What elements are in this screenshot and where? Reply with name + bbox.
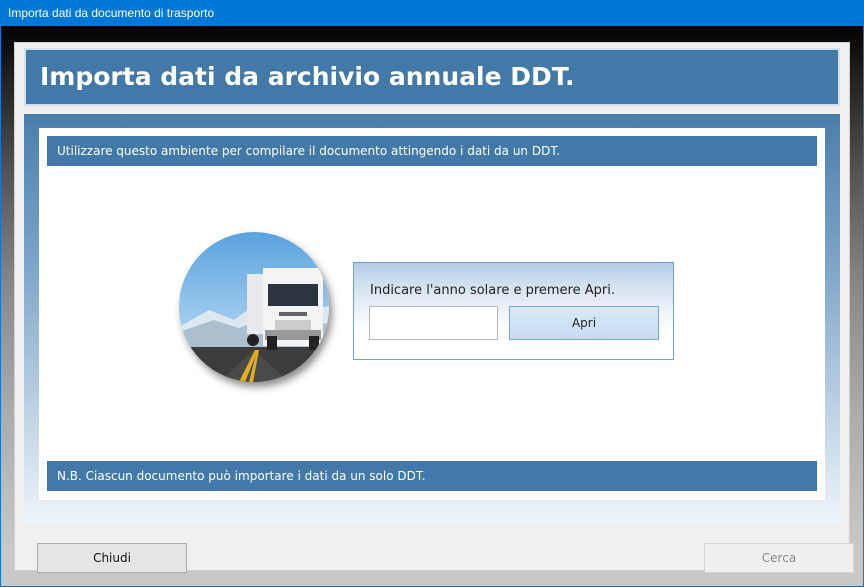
content-area: Utilizzare questo ambiente per compilare…	[39, 128, 825, 500]
client-area: Importa dati da archivio annuale DDT. Ut…	[1, 26, 863, 586]
window-title: Importa dati da documento di trasporto	[0, 0, 864, 26]
app-window: Importa dati da documento di trasporto I…	[0, 0, 864, 587]
close-button[interactable]: Chiudi	[37, 543, 187, 573]
open-button[interactable]: Apri	[509, 306, 659, 340]
truck-image	[179, 232, 329, 382]
dialog-panel: Importa dati da archivio annuale DDT. Ut…	[14, 42, 854, 573]
page-header: Importa dati da archivio annuale DDT.	[24, 48, 840, 106]
year-input[interactable]	[369, 306, 498, 340]
year-prompt-label: Indicare l'anno solare e premere Apri.	[370, 283, 615, 298]
page-title: Importa dati da archivio annuale DDT.	[40, 62, 575, 91]
truck-illustration	[179, 232, 329, 382]
content-panel: Utilizzare questo ambiente per compilare…	[24, 114, 840, 523]
note-bar: N.B. Ciascun documento può importare i d…	[47, 461, 817, 491]
search-button[interactable]: Cerca	[704, 543, 854, 573]
instructions-bar: Utilizzare questo ambiente per compilare…	[47, 136, 817, 166]
year-prompt-panel: Indicare l'anno solare e premere Apri. A…	[353, 262, 674, 360]
